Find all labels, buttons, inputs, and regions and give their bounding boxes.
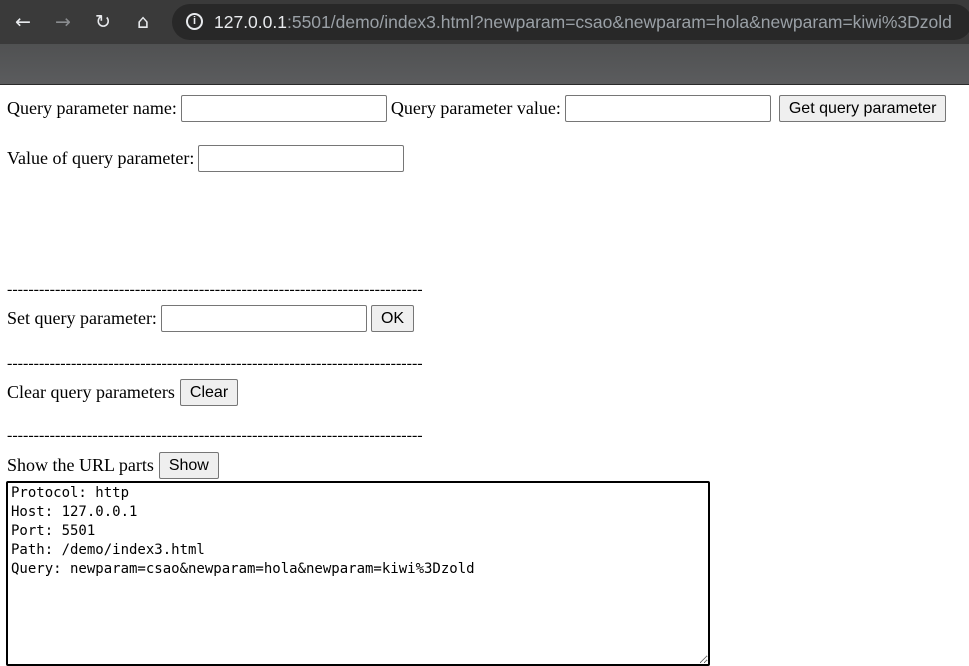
get-query-parameter-button[interactable]: Get query parameter <box>778 95 947 122</box>
reload-icon[interactable]: ↻ <box>90 9 116 35</box>
value-of-input[interactable] <box>198 145 405 172</box>
divider: ----------------------------------------… <box>7 427 423 444</box>
param-name-input[interactable] <box>180 95 387 122</box>
clear-button[interactable]: Clear <box>179 379 239 406</box>
info-icon[interactable]: i <box>186 13 203 30</box>
divider: ----------------------------------------… <box>7 355 423 372</box>
home-icon[interactable]: ⌂ <box>130 9 156 35</box>
forward-icon[interactable]: → <box>50 9 76 35</box>
browser-toolbar: ← → ↻ ⌂ i 127.0.0.1:5501/demo/index3.htm… <box>0 0 969 85</box>
set-param-label: Set query parameter: <box>7 308 157 328</box>
url-parts-output[interactable]: Protocol: http Host: 127.0.0.1 Port: 550… <box>6 481 710 666</box>
clear-label: Clear query parameters <box>7 382 175 402</box>
param-name-label: Query parameter name: <box>7 98 177 118</box>
value-of-label: Value of query parameter: <box>7 148 195 168</box>
set-param-input[interactable] <box>160 305 367 332</box>
url-path: :5501/demo/index3.html?newparam=csao&new… <box>286 12 952 32</box>
param-value-label: Query parameter value: <box>390 98 561 118</box>
param-value-input[interactable] <box>564 95 771 122</box>
url-host: 127.0.0.1 <box>214 12 287 32</box>
back-icon[interactable]: ← <box>10 9 36 35</box>
divider: ----------------------------------------… <box>7 281 423 298</box>
show-button[interactable]: Show <box>158 452 219 479</box>
address-bar[interactable]: i 127.0.0.1:5501/demo/index3.html?newpar… <box>172 4 969 40</box>
show-label: Show the URL parts <box>7 455 154 475</box>
ok-button[interactable]: OK <box>370 305 415 332</box>
